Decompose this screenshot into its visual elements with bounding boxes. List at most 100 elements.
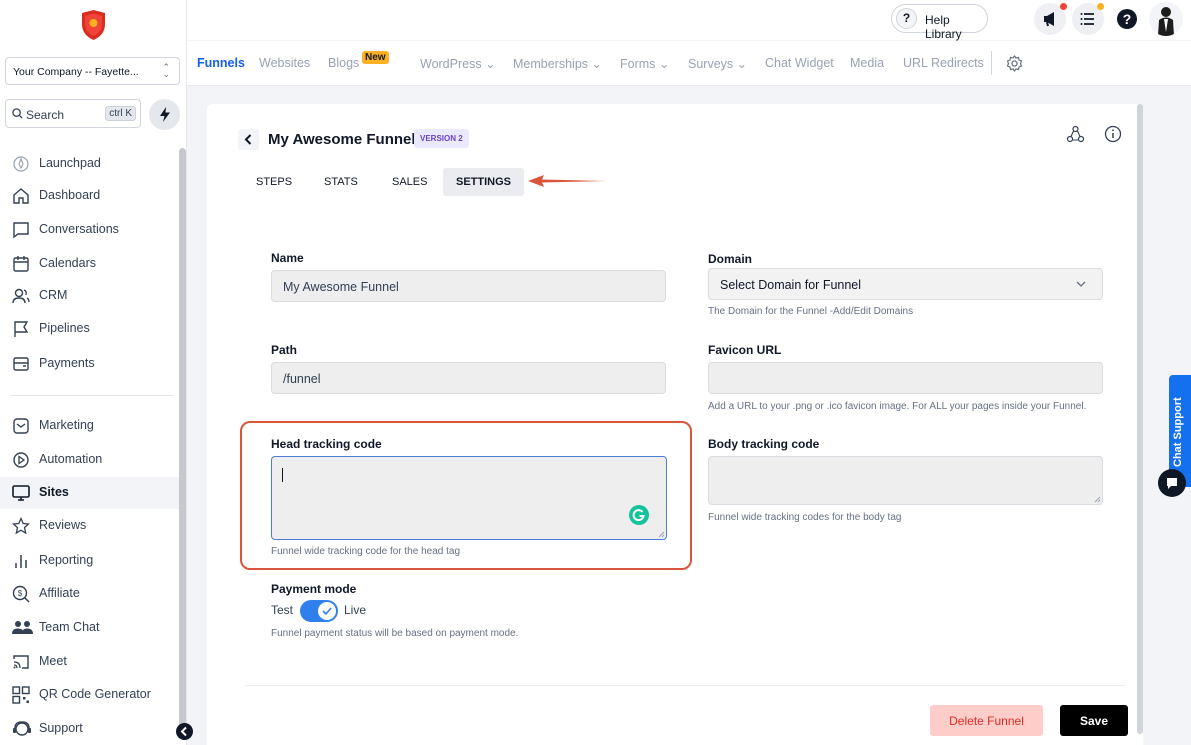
name-label: Name <box>271 251 304 265</box>
quick-actions-button[interactable] <box>149 99 180 130</box>
sidebar-item-affiliate[interactable]: $ Affiliate <box>0 578 180 610</box>
save-button[interactable]: Save <box>1060 705 1128 736</box>
sidebar-item-label: Sites <box>39 485 69 499</box>
svg-text:$: $ <box>18 589 23 598</box>
head-tracking-label: Head tracking code <box>271 437 382 451</box>
body-tracking-hint: Funnel wide tracking codes for the body … <box>708 512 902 523</box>
sidebar-item-label: Conversations <box>39 222 119 236</box>
info-icon[interactable] <box>1104 125 1122 143</box>
wallet-icon <box>12 355 30 373</box>
tab-memberships[interactable]: Memberships ⌄ <box>513 56 602 71</box>
tab-stats[interactable]: STATS <box>324 176 358 188</box>
team-icon <box>12 619 33 637</box>
sidebar-item-automation[interactable]: Automation <box>0 444 180 476</box>
company-logo[interactable] <box>80 10 107 40</box>
sidebar-item-dashboard[interactable]: Dashboard <box>0 180 180 212</box>
body-tracking-textarea[interactable] <box>708 456 1103 505</box>
sidebar-item-label: Reporting <box>39 553 94 567</box>
tab-wordpress[interactable]: WordPress ⌄ <box>420 56 496 71</box>
qr-icon <box>12 686 30 704</box>
payment-mode-toggle[interactable] <box>300 600 338 622</box>
tab-settings[interactable]: SETTINGS <box>443 168 524 196</box>
check-icon <box>322 607 332 616</box>
lightning-icon <box>159 107 170 122</box>
sidebar-item-label: Marketing <box>39 418 94 432</box>
sidebar-item-crm[interactable]: CRM <box>0 280 180 312</box>
sidebar-item-meet[interactable]: Meet <box>0 646 180 678</box>
chat-support-label: Chat Support <box>1172 397 1184 467</box>
tab-blogs[interactable]: Blogs <box>328 56 359 70</box>
sidebar-item-marketing[interactable]: Marketing <box>0 410 180 442</box>
domain-label: Domain <box>708 252 753 266</box>
sidebar-item-label: Automation <box>39 452 103 466</box>
sidebar-item-calendars[interactable]: Calendars <box>0 248 180 280</box>
head-tracking-textarea[interactable] <box>271 456 667 540</box>
tab-steps[interactable]: STEPS <box>256 176 292 188</box>
users-icon <box>12 287 30 305</box>
content-scrollbar[interactable] <box>1137 104 1143 734</box>
delete-funnel-button[interactable]: Delete Funnel <box>930 705 1043 736</box>
tab-sales[interactable]: SALES <box>392 176 427 188</box>
sidebar-item-label: CRM <box>39 288 68 302</box>
sidebar-item-team-chat[interactable]: Team Chat <box>0 612 180 644</box>
payment-test-label: Test <box>271 603 294 617</box>
tab-chat-widget[interactable]: Chat Widget <box>765 56 834 70</box>
search-label: Search <box>26 108 65 122</box>
up-down-chevron-icon: ⌃ ⌄ <box>162 62 170 79</box>
sidebar-item-support[interactable]: Support <box>0 713 180 745</box>
help-icon[interactable]: ? <box>1117 9 1137 29</box>
bar-chart-icon <box>12 552 30 570</box>
help-library-button[interactable]: ? Help Library <box>891 4 988 41</box>
tab-websites[interactable]: Websites <box>259 56 310 70</box>
sidebar-item-label: Team Chat <box>39 620 100 634</box>
chevron-left-icon <box>244 134 252 145</box>
sidebar-item-qr-code-generator[interactable]: QR Code Generator <box>0 679 180 711</box>
chevron-left-icon <box>180 726 187 737</box>
head-tracking-hint: Funnel wide tracking code for the head t… <box>271 546 461 557</box>
sidebar-item-sites[interactable]: Sites <box>0 477 180 509</box>
back-button[interactable] <box>238 129 259 150</box>
favicon-hint: Add a URL to your .png or .ico favicon i… <box>708 401 1087 412</box>
tab-forms[interactable]: Forms ⌄ <box>620 56 669 71</box>
rocket-icon <box>12 155 30 173</box>
sidebar-item-label: Payments <box>39 356 95 370</box>
new-badge: New <box>362 51 389 64</box>
avatar[interactable] <box>1149 2 1183 36</box>
tab-media[interactable]: Media <box>850 56 884 70</box>
cast-icon <box>12 653 30 671</box>
share-icon[interactable] <box>1066 125 1085 144</box>
name-input[interactable]: My Awesome Funnel <box>271 270 666 302</box>
settings-gear-icon[interactable] <box>1006 55 1023 72</box>
tab-url-redirects[interactable]: URL Redirects <box>903 56 984 70</box>
text-cursor <box>282 468 283 482</box>
collapse-sidebar-button[interactable] <box>176 723 193 740</box>
company-switcher[interactable]: Your Company -- Fayette... ⌃ ⌄ <box>5 57 180 85</box>
support-icon <box>12 720 31 738</box>
sidebar-item-label: Dashboard <box>39 188 101 202</box>
tab-funnels[interactable]: Funnels <box>197 56 245 70</box>
resize-handle-icon <box>1094 496 1101 503</box>
annotation-arrow <box>528 174 608 188</box>
domain-select[interactable]: Select Domain for Funnel <box>708 268 1103 300</box>
favicon-label: Favicon URL <box>708 343 782 357</box>
path-input[interactable]: /funnel <box>271 362 666 394</box>
sidebar-item-reviews[interactable]: Reviews <box>0 510 180 542</box>
chat-widget-button[interactable] <box>1158 469 1186 497</box>
payment-live-label: Live <box>344 603 367 617</box>
favicon-input[interactable] <box>708 362 1103 394</box>
sidebar-item-payments[interactable]: Payments <box>0 348 180 380</box>
sidebar-item-reporting[interactable]: Reporting <box>0 545 180 577</box>
sidebar-item-label: Meet <box>39 654 67 668</box>
sidebar-item-pipelines[interactable]: Pipelines <box>0 313 180 345</box>
footer-divider <box>245 685 1125 686</box>
tab-surveys[interactable]: Surveys ⌄ <box>688 56 747 71</box>
sidebar-divider <box>10 395 174 396</box>
sidebar-scrollbar[interactable] <box>179 148 186 726</box>
envelope-icon <box>12 417 30 435</box>
payment-mode-hint: Funnel payment status will be based on p… <box>271 628 519 639</box>
sidebar-item-conversations[interactable]: Conversations <box>0 214 180 246</box>
home-icon <box>12 187 30 205</box>
search-input[interactable]: Search ctrl K <box>5 99 141 128</box>
grammarly-icon[interactable] <box>629 505 649 525</box>
sidebar-item-launchpad[interactable]: Launchpad <box>0 148 180 180</box>
